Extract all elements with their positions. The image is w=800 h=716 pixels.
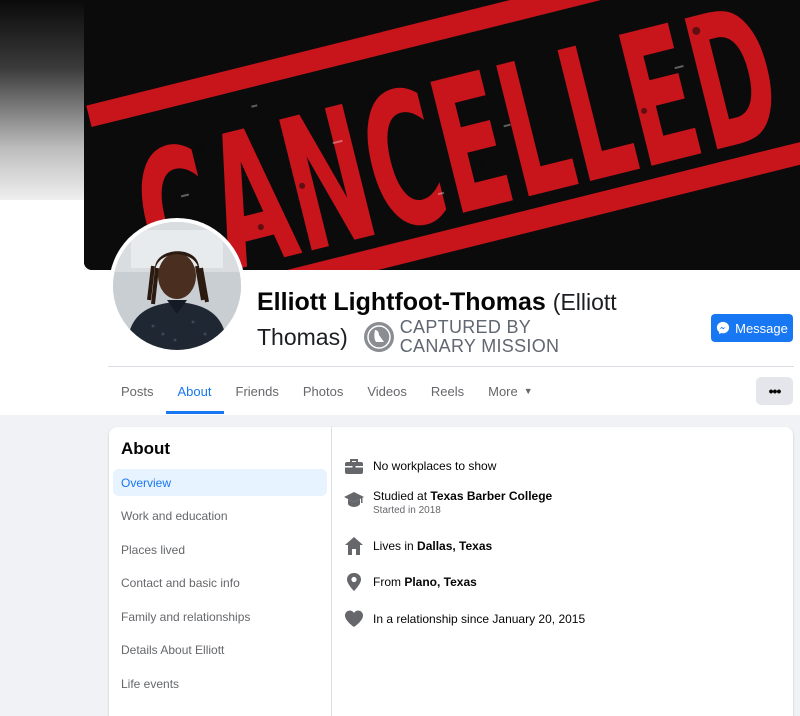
- heart-icon: [344, 609, 364, 629]
- education-start: Started in 2018: [373, 505, 441, 516]
- about-nav: Overview Work and education Places lived…: [113, 469, 327, 704]
- home-icon: [344, 536, 364, 556]
- about-nav-details[interactable]: Details About Elliott: [113, 637, 327, 664]
- about-nav-family-relationships[interactable]: Family and relationships: [113, 603, 327, 630]
- message-button-label: Message: [735, 320, 788, 336]
- overview-from-row: From Plano, Texas: [344, 572, 477, 592]
- profile-name-block: Elliott Lightfoot-Thomas (Elliott Thomas…: [257, 286, 697, 356]
- tab-more[interactable]: More ▼: [476, 368, 545, 414]
- about-sidebar: About Overview Work and education Places…: [109, 427, 332, 716]
- watermark-line2: CANARY MISSION: [399, 336, 560, 356]
- education-school-link[interactable]: Texas Barber College: [430, 489, 552, 503]
- tab-more-label: More: [488, 383, 518, 399]
- tabs-divider: [108, 366, 794, 367]
- avatar-photo: [113, 222, 241, 350]
- lives-text: Lives in Dallas, Texas: [373, 536, 492, 554]
- tab-friends[interactable]: Friends: [224, 368, 291, 414]
- about-title: About: [121, 439, 171, 458]
- tab-reels[interactable]: Reels: [419, 368, 476, 414]
- more-options-button[interactable]: •••: [756, 377, 793, 405]
- watermark-line1: CAPTURED BY: [399, 317, 532, 337]
- from-text: From Plano, Texas: [373, 572, 477, 590]
- canary-bird-icon: [363, 322, 394, 352]
- from-prefix: From: [373, 575, 405, 589]
- from-place-link[interactable]: Plano, Texas: [404, 575, 476, 589]
- education-text: Studied at Texas Barber College: [373, 489, 552, 504]
- message-button[interactable]: Message: [711, 314, 793, 342]
- profile-avatar[interactable]: [109, 218, 245, 354]
- about-nav-overview[interactable]: Overview: [113, 469, 327, 496]
- canary-mission-watermark: CAPTURED BY CANARY MISSION: [363, 317, 560, 356]
- tab-photos[interactable]: Photos: [291, 368, 355, 414]
- about-nav-life-events[interactable]: Life events: [113, 670, 327, 697]
- graduation-cap-icon: [344, 489, 364, 509]
- about-nav-contact-info[interactable]: Contact and basic info: [113, 570, 327, 597]
- tab-posts[interactable]: Posts: [109, 368, 166, 414]
- tab-videos[interactable]: Videos: [355, 368, 419, 414]
- overview-work-row: No workplaces to show: [344, 456, 496, 476]
- lives-prefix: Lives in: [373, 539, 418, 553]
- ellipsis-icon: •••: [768, 383, 782, 399]
- profile-tabs: Posts About Friends Photos Videos Reels …: [109, 368, 545, 414]
- overview-education-row: Studied at Texas Barber College Started …: [344, 489, 552, 517]
- profile-name: Elliott Lightfoot-Thomas: [257, 288, 546, 316]
- relationship-text: In a relationship since January 20, 2015: [373, 612, 586, 626]
- overview-relationship-row: In a relationship since January 20, 2015: [344, 609, 585, 629]
- caret-down-icon: ▼: [523, 386, 533, 396]
- profile-alternate-name-part1: (Elliott: [552, 289, 617, 315]
- profile-alternate-name-part2: Thomas): [257, 324, 348, 350]
- location-pin-icon: [344, 572, 364, 592]
- about-nav-work-education[interactable]: Work and education: [113, 503, 327, 530]
- about-card: About Overview Work and education Places…: [109, 427, 793, 716]
- header-filler: [0, 200, 84, 270]
- lives-place-link[interactable]: Dallas, Texas: [417, 539, 492, 553]
- tab-about[interactable]: About: [165, 368, 224, 414]
- briefcase-icon: [344, 456, 364, 476]
- messenger-icon: [717, 321, 730, 335]
- about-nav-places-lived[interactable]: Places lived: [113, 536, 327, 563]
- overview-lives-row: Lives in Dallas, Texas: [344, 536, 492, 556]
- work-text: No workplaces to show: [373, 459, 497, 473]
- education-prefix: Studied at: [373, 489, 431, 503]
